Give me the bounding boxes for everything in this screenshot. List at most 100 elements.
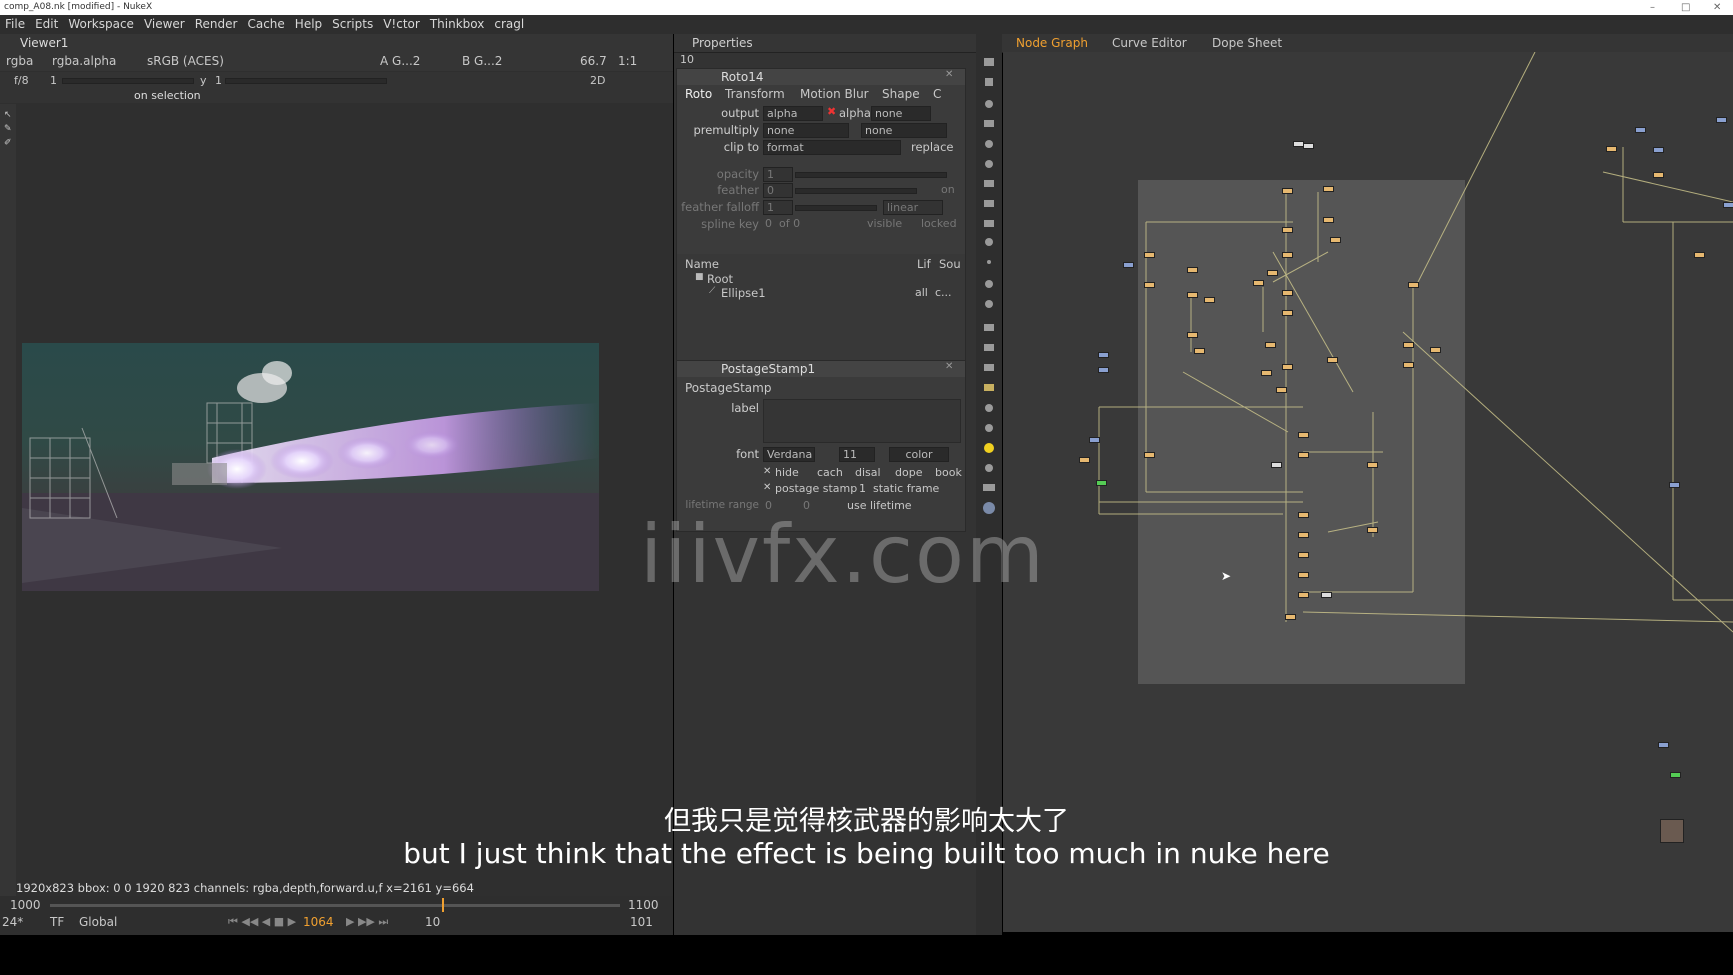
selection-mode[interactable]: on selection — [134, 89, 201, 103]
node[interactable] — [1367, 527, 1378, 533]
menu-cragl[interactable]: cragl — [489, 15, 529, 34]
play-forward-controls[interactable]: ▶ ▶▶ ⏭ — [346, 915, 388, 929]
node[interactable] — [1669, 482, 1680, 488]
play-controls[interactable]: ⏮ ◀◀ ◀ ■ ▶ — [228, 915, 296, 929]
bezier-tool-icon[interactable]: ✎ — [4, 124, 12, 134]
postage-stamp-value[interactable]: 1 — [859, 482, 866, 495]
postage-check-icon[interactable]: ✕ — [763, 482, 771, 493]
clip-select[interactable]: format — [763, 140, 901, 155]
node[interactable] — [1694, 252, 1705, 258]
node[interactable] — [1282, 252, 1293, 258]
node[interactable] — [1403, 362, 1414, 368]
menu-thinkbox[interactable]: Thinkbox — [425, 15, 490, 34]
output-select[interactable]: alpha — [763, 106, 823, 121]
node[interactable] — [1267, 270, 1278, 276]
falloff-type-select[interactable]: linear — [883, 200, 943, 215]
node[interactable] — [1367, 462, 1378, 468]
postage-stamp-checkbox[interactable]: postage stamp — [775, 482, 857, 495]
node[interactable] — [1298, 452, 1309, 458]
gain-slider[interactable] — [62, 78, 194, 84]
alpha-channel-select[interactable]: rgba.alpha — [52, 52, 116, 71]
menu-edit[interactable]: Edit — [30, 15, 63, 34]
viewer-mode[interactable]: 2D — [590, 72, 605, 89]
menu-workspace[interactable]: Workspace — [63, 15, 139, 34]
node[interactable] — [1716, 117, 1727, 123]
node[interactable] — [1098, 367, 1109, 373]
select-tool-icon[interactable]: ↖ — [4, 110, 12, 120]
opacity-slider[interactable] — [795, 172, 947, 178]
node[interactable] — [1403, 342, 1414, 348]
node[interactable] — [1089, 437, 1100, 443]
node[interactable] — [1098, 352, 1109, 358]
node[interactable] — [1261, 370, 1272, 376]
feather-slider[interactable] — [795, 188, 917, 194]
menu-victor[interactable]: V!ctor — [378, 15, 425, 34]
node[interactable] — [1723, 202, 1733, 208]
dot-node[interactable] — [1303, 143, 1314, 149]
tree-row[interactable]: ■ Root — [677, 272, 965, 286]
frame-step[interactable]: 10 — [425, 915, 440, 929]
dope-checkbox[interactable]: dope — [895, 466, 922, 479]
node[interactable] — [1298, 592, 1309, 598]
tab-curve-editor[interactable]: Curve Editor — [1112, 34, 1187, 52]
gamma-slider[interactable] — [225, 78, 387, 84]
node[interactable] — [1298, 512, 1309, 518]
minimize-button[interactable]: – — [1650, 0, 1655, 15]
node[interactable] — [1123, 262, 1134, 268]
brush-tool-icon[interactable]: ✐ — [4, 138, 12, 148]
tab-dope-sheet[interactable]: Dope Sheet — [1212, 34, 1282, 52]
node[interactable] — [1282, 188, 1293, 194]
node[interactable] — [1204, 297, 1215, 303]
falloff-slider[interactable] — [795, 205, 877, 211]
input-b-select[interactable]: B G...2 — [462, 52, 502, 71]
disable-checkbox[interactable]: disal — [855, 466, 881, 479]
node[interactable] — [1144, 452, 1155, 458]
gain-value[interactable]: 1 — [50, 72, 57, 89]
timeline-end[interactable]: 1100 — [628, 898, 659, 912]
node[interactable] — [1298, 552, 1309, 558]
node[interactable] — [1282, 364, 1293, 370]
cache-checkbox[interactable]: cach — [817, 466, 843, 479]
node[interactable] — [1285, 614, 1296, 620]
menu-viewer[interactable]: Viewer — [139, 15, 190, 34]
hide-checkbox[interactable]: hide — [775, 466, 799, 479]
node[interactable] — [1323, 186, 1334, 192]
tab-c[interactable]: C — [933, 86, 941, 103]
node[interactable] — [1658, 742, 1669, 748]
node[interactable] — [1144, 252, 1155, 258]
menu-render[interactable]: Render — [190, 15, 243, 34]
hide-check-icon[interactable]: ✕ — [763, 466, 771, 477]
node[interactable] — [1653, 172, 1664, 178]
node[interactable] — [1096, 480, 1107, 486]
font-size-field[interactable]: 11 — [839, 447, 875, 462]
locked-checkbox[interactable]: locked — [921, 217, 957, 230]
tab-viewer1[interactable]: Viewer1 — [0, 34, 78, 52]
node[interactable] — [1653, 147, 1664, 153]
dot-node[interactable] — [1271, 462, 1282, 468]
node[interactable] — [1298, 532, 1309, 538]
menu-file[interactable]: File — [0, 15, 30, 34]
node[interactable] — [1276, 387, 1287, 393]
menu-help[interactable]: Help — [290, 15, 327, 34]
feather-field[interactable]: 0 — [763, 183, 793, 198]
node[interactable] — [1194, 348, 1205, 354]
visible-checkbox[interactable]: visible — [867, 217, 902, 230]
node[interactable] — [1430, 347, 1441, 353]
node[interactable] — [1187, 332, 1198, 338]
node[interactable] — [1298, 432, 1309, 438]
tab-shape[interactable]: Shape — [882, 86, 920, 103]
node[interactable] — [1635, 127, 1646, 133]
ratio-value[interactable]: 1:1 — [618, 52, 637, 71]
fps-select[interactable]: 24* — [2, 915, 23, 929]
replace-checkbox[interactable]: replace — [911, 140, 954, 154]
tab-properties[interactable]: Properties — [674, 34, 763, 52]
properties-count[interactable]: 10 — [680, 53, 694, 66]
playhead[interactable] — [442, 898, 444, 912]
timeline-start[interactable]: 1000 — [10, 898, 41, 912]
close-button[interactable]: ✕ — [1713, 0, 1721, 15]
premult-none-select[interactable]: none — [861, 123, 947, 138]
falloff-field[interactable]: 1 — [763, 200, 793, 215]
label-textarea[interactable] — [763, 399, 961, 443]
node[interactable] — [1144, 282, 1155, 288]
node[interactable] — [1327, 357, 1338, 363]
